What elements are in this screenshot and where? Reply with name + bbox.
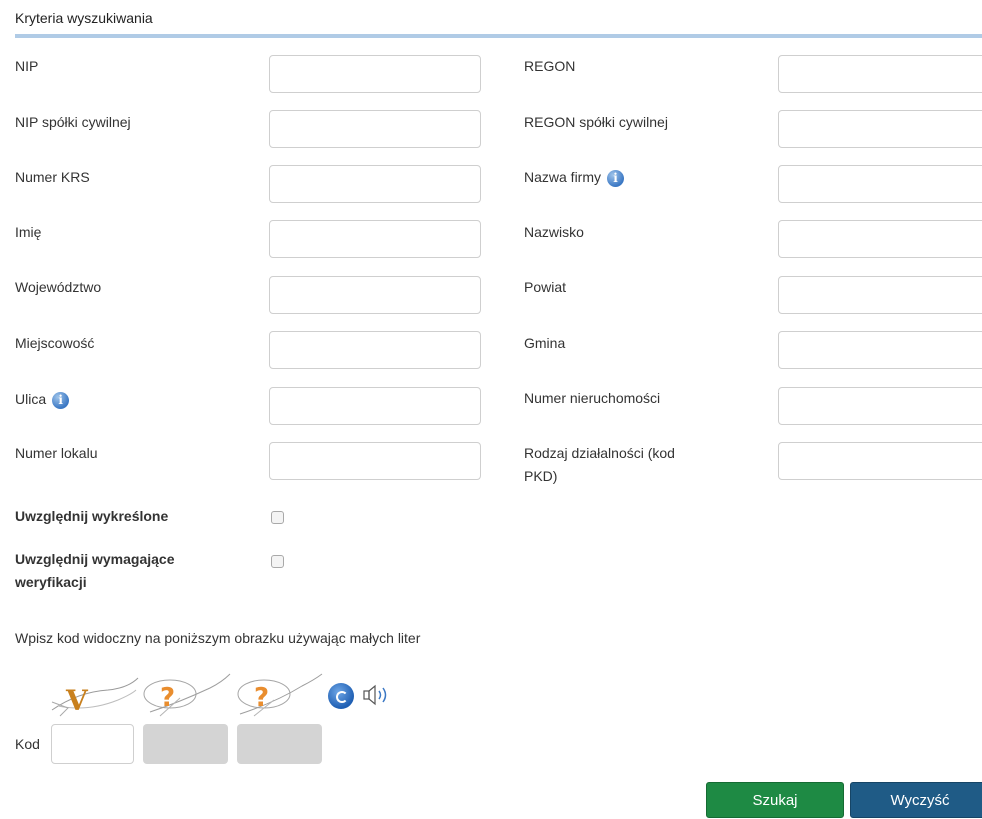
label-krs: Numer KRS [15, 169, 90, 185]
weryfikacji-checkbox[interactable] [271, 555, 284, 568]
captcha-image-tile-1: V [51, 677, 139, 717]
numer-nieruchomosci-input[interactable] [778, 387, 982, 425]
label-regon: REGON [524, 58, 576, 74]
pkd-input[interactable] [778, 442, 982, 480]
label-pkd-line2: PKD) [524, 468, 558, 484]
label-powiat: Powiat [524, 279, 567, 295]
label-numer-lokalu: Numer lokalu [15, 445, 98, 461]
captcha-char-3: ? [254, 683, 269, 713]
audio-icon[interactable] [362, 684, 392, 706]
captcha-code-box-2 [143, 724, 228, 764]
regon-input[interactable] [778, 55, 982, 93]
refresh-icon[interactable] [328, 683, 354, 709]
label-nazwisko: Nazwisko [524, 224, 584, 240]
regon-spolki-input[interactable] [778, 110, 982, 148]
search-button[interactable]: Szukaj [706, 782, 844, 818]
captcha-code-box-3 [237, 724, 322, 764]
captcha-image-tile-2: ? [143, 673, 231, 717]
ulica-text: Ulica [15, 391, 47, 407]
captcha-char-1: V [65, 684, 89, 717]
label-nazwa-firmy: Nazwa firmy i [524, 167, 625, 187]
clear-button[interactable]: Wyczyść [850, 782, 982, 818]
nip-spolki-input[interactable] [269, 110, 481, 148]
powiat-input[interactable] [778, 276, 982, 314]
wykreslone-checkbox[interactable] [271, 511, 284, 524]
label-uwzglednij-wykreslone: Uwzględnij wykreślone [15, 508, 169, 524]
captcha-image-tile-3: ? [237, 673, 323, 717]
gmina-input[interactable] [778, 331, 982, 369]
captcha-char-2: ? [160, 683, 175, 713]
label-pkd-line1: Rodzaj działalności (kod [524, 445, 675, 461]
miejscowosc-input[interactable] [269, 331, 481, 369]
ulica-input[interactable] [269, 387, 481, 425]
label-wojewodztwo: Województwo [15, 279, 102, 295]
section-title: Kryteria wyszukiwania [15, 10, 153, 26]
label-imie: Imię [15, 224, 42, 240]
label-nip: NIP [15, 58, 39, 74]
label-nip-spolki: NIP spółki cywilnej [15, 114, 131, 130]
nazwa-firmy-input[interactable] [778, 165, 982, 203]
wojewodztwo-input[interactable] [269, 276, 481, 314]
info-icon[interactable]: i [607, 169, 625, 187]
label-weryfikacji-line1: Uwzględnij wymagające [15, 551, 175, 567]
captcha-instruction: Wpisz kod widoczny na poniższym obrazku … [15, 630, 421, 646]
label-numer-nieruchomosci: Numer nieruchomości [524, 390, 661, 406]
code-label: Kod [15, 736, 40, 752]
label-regon-spolki: REGON spółki cywilnej [524, 114, 668, 130]
info-icon[interactable]: i [52, 391, 70, 409]
captcha-code-input[interactable] [51, 724, 134, 764]
section-divider [15, 34, 982, 38]
label-miejscowosc: Miejscowość [15, 335, 95, 351]
numer-lokalu-input[interactable] [269, 442, 481, 480]
nazwa-firmy-text: Nazwa firmy [524, 169, 602, 185]
krs-input[interactable] [269, 165, 481, 203]
label-weryfikacji-line2: weryfikacji [15, 574, 87, 590]
label-ulica: Ulica i [15, 389, 70, 409]
nazwisko-input[interactable] [778, 220, 982, 258]
label-gmina: Gmina [524, 335, 566, 351]
nip-input[interactable] [269, 55, 481, 93]
imie-input[interactable] [269, 220, 481, 258]
